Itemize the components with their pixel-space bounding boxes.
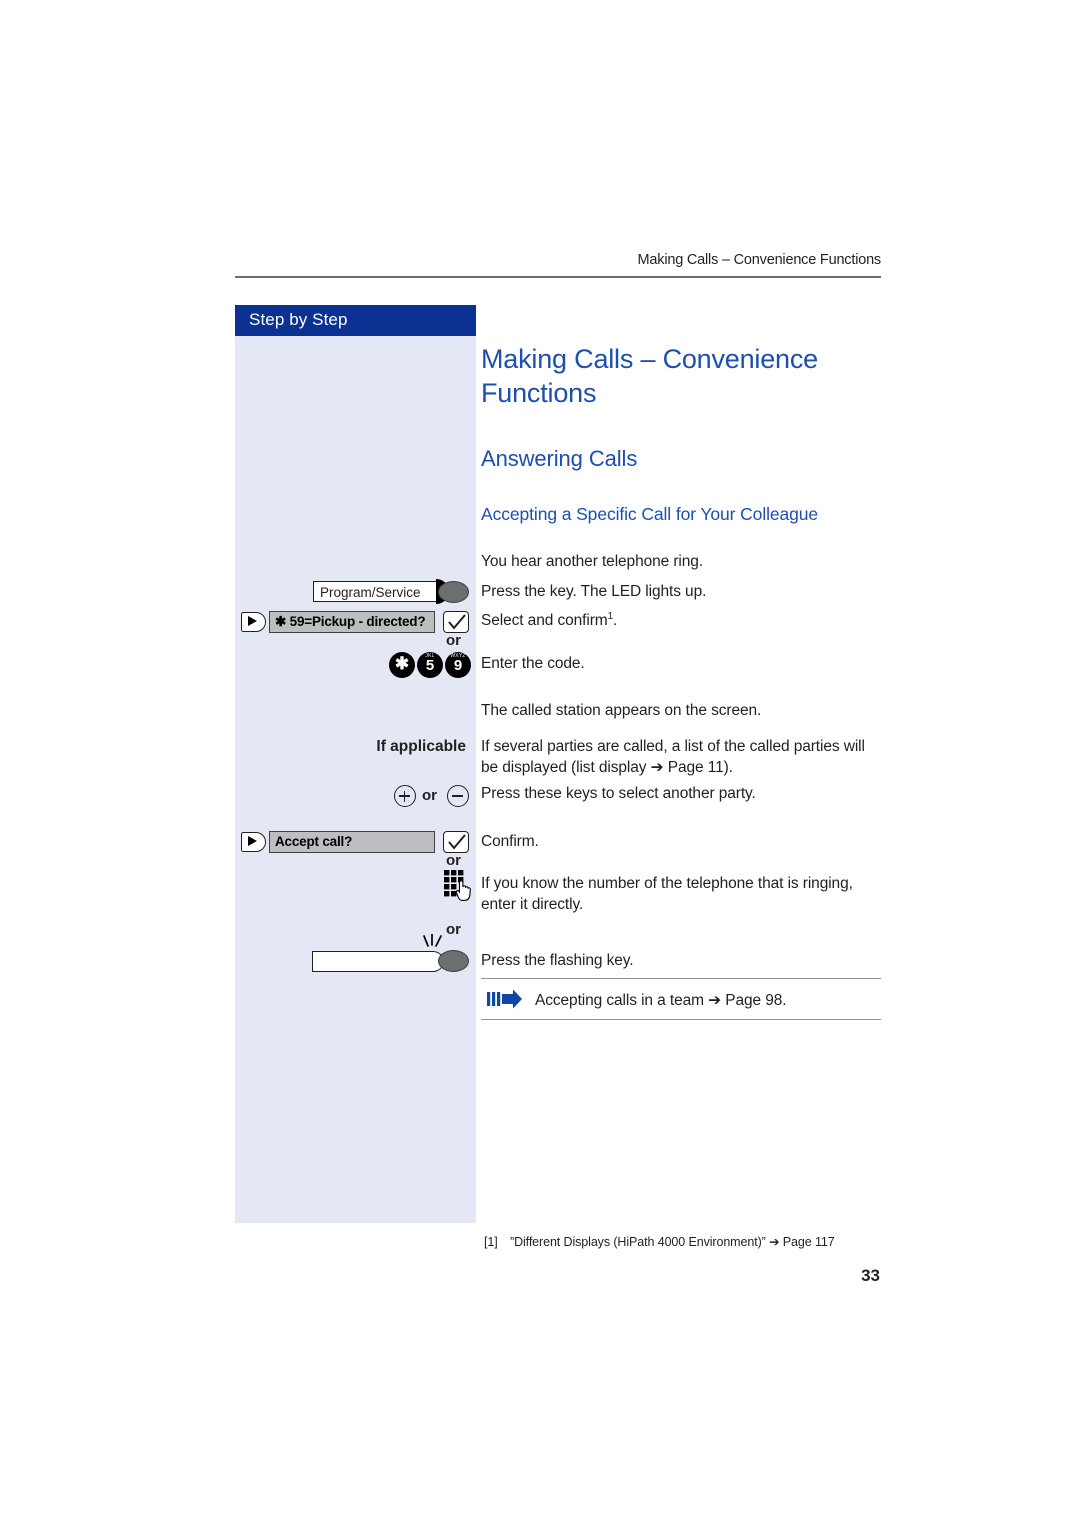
program-service-key-led[interactable] — [438, 581, 469, 603]
instruction-select-confirm-period: . — [613, 612, 618, 629]
check-icon — [448, 614, 466, 630]
plus-vertical-bar — [403, 790, 406, 802]
dial-key-9[interactable]: WXYZ 9 — [445, 652, 471, 678]
instruction-press-flashing: Press the flashing key. — [481, 952, 634, 969]
flashing-rays-icon — [420, 933, 446, 950]
running-header: Making Calls – Convenience Functions — [637, 252, 882, 268]
instruction-press-keys-select: Press these keys to select another party… — [481, 785, 756, 802]
cross-reference-arrow-glyph — [487, 989, 522, 1009]
section-heading: Answering Calls — [481, 446, 638, 471]
cross-reference-rule-bottom — [481, 1019, 881, 1021]
or-separator-3: or — [446, 921, 461, 938]
document-page: Making Calls – Convenience Functions Ste… — [0, 0, 1080, 1528]
dial-keypad-glyph — [444, 870, 471, 901]
dial-keypad-icon[interactable] — [443, 869, 473, 903]
instruction-press-key-led: Press the key. The LED lights up. — [481, 583, 707, 600]
instruction-select-confirm: Select and confirm1. — [481, 610, 881, 631]
scroll-indicator-icon-2[interactable] — [241, 832, 266, 852]
page-title: Making Calls – Convenience Functions — [481, 344, 818, 408]
footnote-text: ”Different Displays (HiPath 4000 Environ… — [510, 1235, 835, 1249]
footnote: [1] ”Different Displays (HiPath 4000 Envi… — [484, 1234, 835, 1249]
dial-key-9-num: 9 — [453, 657, 463, 674]
instruction-called-station: The called station appears on the screen… — [481, 702, 762, 719]
dial-key-star[interactable]: ✱ — [389, 652, 415, 678]
cross-reference-rule-top — [481, 978, 881, 980]
if-applicable-label: If applicable — [376, 738, 466, 755]
step-by-step-sidebar: Step by Step — [235, 305, 476, 1223]
program-service-key-label[interactable]: Program/Service — [313, 581, 438, 602]
plus-key-icon[interactable] — [394, 785, 416, 807]
minus-horizontal-bar — [452, 795, 463, 797]
instruction-enter-code: Enter the code. — [481, 655, 585, 672]
confirm-key-icon[interactable] — [443, 611, 469, 633]
or-separator-1: or — [446, 632, 461, 649]
check-icon-2 — [448, 834, 466, 850]
flashing-line-key-led[interactable] — [438, 950, 469, 972]
instruction-confirm: Confirm. — [481, 833, 539, 850]
step-by-step-banner-label: Step by Step — [249, 310, 348, 329]
footnote-marker: [1] — [484, 1235, 498, 1249]
flashing-line-key-bar[interactable] — [312, 951, 434, 972]
cross-reference-text: Accepting calls in a team ➔ Page 98. — [535, 992, 787, 1009]
dial-key-5[interactable]: JKL 5 — [417, 652, 443, 678]
minus-key-icon[interactable] — [447, 785, 469, 807]
scroll-indicator-icon[interactable] — [241, 612, 266, 632]
instruction-know-number: If you know the number of the telephone … — [481, 875, 853, 913]
or-separator-2: or — [446, 852, 461, 869]
instruction-hear-ring: You hear another telephone ring. — [481, 553, 704, 570]
flashing-rays-glyph — [423, 933, 442, 947]
instruction-select-confirm-text: Select and confirm — [481, 612, 608, 629]
confirm-key-icon-2[interactable] — [443, 831, 469, 853]
display-line-pickup-directed[interactable]: ✱ 59=Pickup - directed? — [269, 611, 435, 633]
instruction-several-parties: If several parties are called, a list of… — [481, 738, 865, 776]
header-rule — [235, 276, 881, 278]
cross-reference-arrow-icon — [487, 989, 531, 1009]
dial-key-star-num: ✱ — [394, 654, 410, 673]
or-separator-plus-minus: or — [422, 787, 437, 804]
subsection-heading: Accepting a Specific Call for Your Colle… — [481, 504, 819, 524]
dial-key-5-num: 5 — [425, 657, 435, 674]
page-number: 33 — [861, 1266, 880, 1285]
display-line-accept-call[interactable]: Accept call? — [269, 831, 435, 853]
